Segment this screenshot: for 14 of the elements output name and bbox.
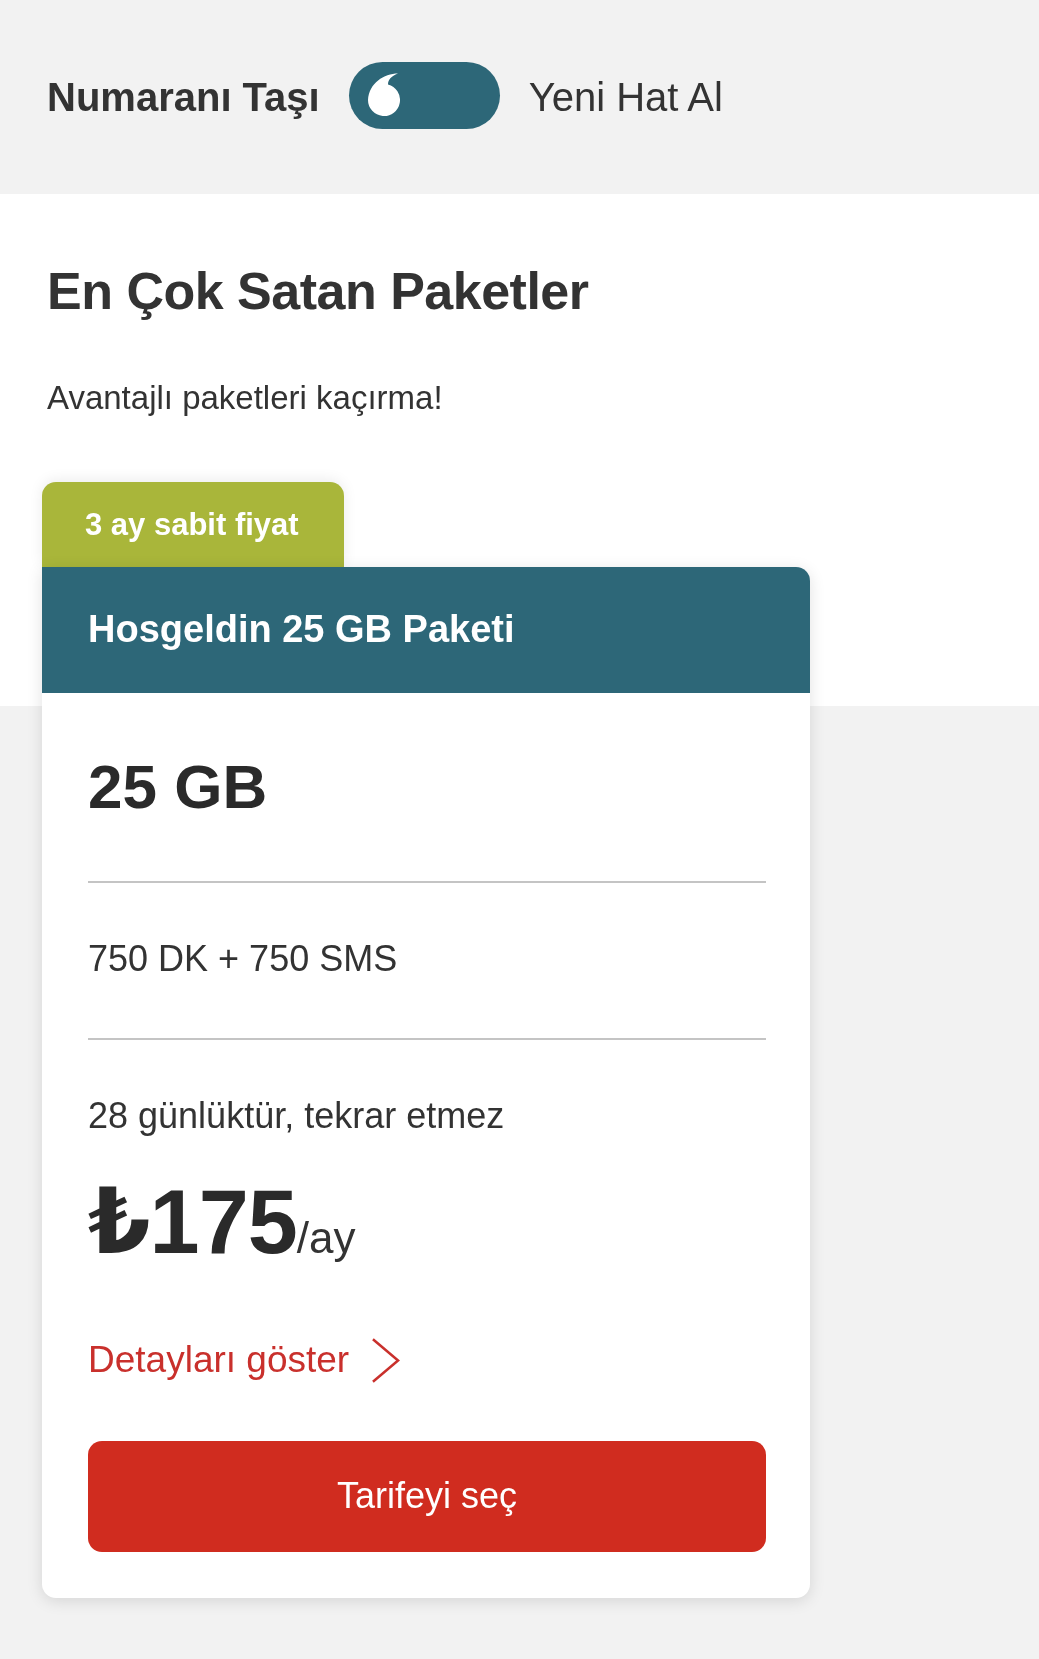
details-link[interactable]: Detayları göster [88, 1336, 401, 1384]
data-amount: 25 GB [88, 751, 269, 823]
price-badge: 3 ay sabit fiyat [42, 482, 344, 567]
section-title: En Çok Satan Paketler [47, 261, 590, 322]
select-plan-button[interactable]: Tarifeyi seç [88, 1440, 766, 1552]
allowance-text: 750 DK + 750 SMS [88, 937, 399, 981]
section-subtitle: Avantajlı paketleri kaçırma! [47, 378, 444, 418]
toggle-label: Yeni Hat Al [528, 74, 723, 121]
price: ₺175 [88, 1176, 297, 1267]
chevron-icon [371, 1336, 401, 1384]
validity-text: 28 günlüktür, tekrar etmez [88, 1093, 506, 1137]
price-period: /ay [296, 1215, 356, 1260]
package-name: Hosgeldin 25 GB Paketi [88, 607, 515, 653]
toggle-label: Numaranı Taşı [47, 74, 320, 121]
